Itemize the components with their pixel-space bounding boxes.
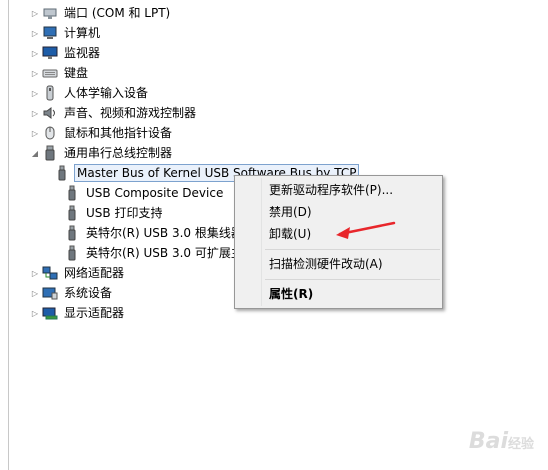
system-device-icon (42, 287, 58, 300)
menu-item-disable[interactable]: 禁用(D) (269, 202, 312, 222)
menu-separator (265, 249, 440, 250)
usb-icon (68, 185, 76, 201)
port-icon (43, 8, 57, 19)
tree-item-system-devices[interactable]: ▷ 系统设备 (30, 283, 114, 303)
expand-arrow-icon[interactable]: ▷ (30, 303, 40, 323)
tree-item-label: 端口 (COM 和 LPT) (64, 6, 171, 20)
watermark-text: Bai (468, 429, 508, 454)
tree-item-usb3-root-hub[interactable]: 英特尔(R) USB 3.0 根集线器 (64, 223, 245, 243)
expand-arrow-icon[interactable]: ▷ (30, 3, 40, 23)
tree-item-label: 声音、视频和游戏控制器 (64, 106, 197, 120)
tree-item-network[interactable]: ▷ 网络适配器 (30, 263, 126, 283)
tree-item-label: 系统设备 (64, 286, 113, 300)
tree-item-label: 网络适配器 (64, 266, 125, 280)
tree-item-label: 键盘 (64, 66, 89, 80)
expand-arrow-icon[interactable]: ▷ (30, 283, 40, 303)
hid-icon (46, 85, 54, 101)
tree-item-usb-controllers[interactable]: ◢ 通用串行总线控制器 (30, 143, 174, 163)
annotation-arrow-icon (336, 221, 396, 239)
monitor-icon (42, 46, 58, 59)
expand-arrow-icon[interactable]: ▷ (30, 23, 40, 43)
menu-item-uninstall[interactable]: 卸载(U) (269, 224, 311, 244)
tree-item-label: 鼠标和其他指针设备 (64, 126, 173, 140)
expand-arrow-icon[interactable]: ▷ (30, 263, 40, 283)
tree-item-keyboard[interactable]: ▷ 键盘 (30, 63, 90, 83)
tree-item-label: USB Composite Device (86, 186, 224, 200)
expand-arrow-icon[interactable]: ▷ (30, 123, 40, 143)
menu-separator (265, 279, 440, 280)
tree-item-monitor[interactable]: ▷ 监视器 (30, 43, 102, 63)
menu-item-properties[interactable]: 属性(R) (269, 284, 313, 304)
tree-item-label: 监视器 (64, 46, 101, 60)
tree-item-hid[interactable]: ▷ 人体学输入设备 (30, 83, 150, 103)
computer-icon (43, 26, 57, 39)
expand-arrow-icon[interactable]: ▷ (30, 103, 40, 123)
menu-item-update-driver[interactable]: 更新驱动程序软件(P)... (269, 180, 393, 200)
tree-item-display-adapters[interactable]: ▷ 显示适配器 (30, 303, 126, 323)
tree-item-mouse[interactable]: ▷ 鼠标和其他指针设备 (30, 123, 174, 143)
tree-item-label: 人体学输入设备 (64, 86, 149, 100)
watermark: Bai经验 (469, 429, 534, 454)
usb-icon (68, 245, 76, 261)
usb-icon (68, 225, 76, 241)
expand-arrow-icon[interactable]: ▷ (30, 63, 40, 83)
usb-icon (45, 145, 55, 161)
speaker-icon (43, 107, 55, 119)
tree-item-usb-print[interactable]: USB 打印支持 (64, 203, 164, 223)
mouse-icon (45, 126, 55, 140)
expand-arrow-icon[interactable]: ▷ (30, 43, 40, 63)
tree-item-usb3-xhci[interactable]: 英特尔(R) USB 3.0 可扩展主 (64, 243, 245, 263)
watermark-suffix: 经验 (507, 437, 534, 452)
network-icon (42, 266, 58, 280)
display-adapter-icon (42, 307, 58, 320)
tree-item-label: 英特尔(R) USB 3.0 根集线器 (86, 226, 243, 240)
tree-item-sound[interactable]: ▷ 声音、视频和游戏控制器 (30, 103, 198, 123)
keyboard-icon (42, 69, 58, 78)
tree-item-label: USB 打印支持 (86, 206, 163, 220)
tree-item-usb-composite[interactable]: USB Composite Device (64, 183, 225, 203)
expand-arrow-icon[interactable]: ▷ (30, 83, 40, 103)
usb-icon (58, 165, 66, 181)
tree-item-computer[interactable]: ▷ 计算机 (30, 23, 102, 43)
menu-gutter (261, 178, 262, 306)
tree-item-label: 英特尔(R) USB 3.0 可扩展主 (86, 246, 243, 260)
tree-item-label: 显示适配器 (64, 306, 125, 320)
context-menu: 更新驱动程序软件(P)... 禁用(D) 卸载(U) 扫描检测硬件改动(A) 属… (234, 175, 443, 309)
tree-item-label: 计算机 (64, 26, 101, 40)
tree-item-label: 通用串行总线控制器 (64, 146, 173, 160)
collapse-arrow-icon[interactable]: ◢ (30, 143, 40, 163)
menu-item-scan-hardware[interactable]: 扫描检测硬件改动(A) (269, 254, 383, 274)
tree-item-ports[interactable]: ▷ 端口 (COM 和 LPT) (30, 3, 172, 23)
usb-icon (68, 205, 76, 221)
